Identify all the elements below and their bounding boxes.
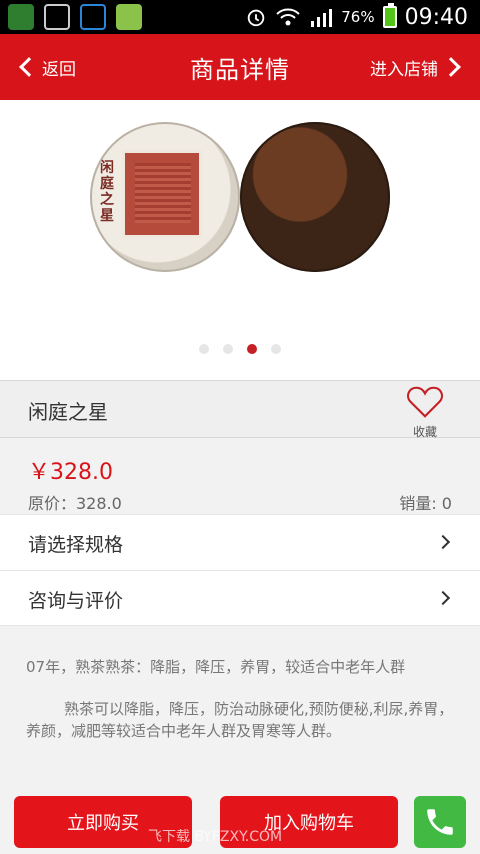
carousel-dot-active: [247, 344, 257, 354]
phone-icon: [427, 809, 453, 835]
description-paragraph-1: 07年，熟茶熟茶：降脂，降压，养胃，较适合中老年人群: [26, 658, 406, 676]
consult-review-label: 咨询与评价: [28, 589, 124, 612]
chevron-right-icon: [435, 534, 451, 550]
signal-icon: [311, 9, 333, 27]
forward-chevron-icon: [441, 57, 461, 77]
favorite-button[interactable]: 收藏: [396, 385, 454, 439]
price-section: ￥328.0 原价：328.0 销量: 0: [0, 438, 480, 514]
enter-shop-label: 进入店铺: [370, 59, 438, 80]
status-bar: 76% 09:40: [0, 0, 480, 34]
clock: 09:40: [404, 4, 468, 30]
current-price: ￥328.0: [28, 460, 113, 485]
image-notification-icon: [44, 4, 70, 30]
sales-count: 销量: 0: [399, 494, 452, 513]
tea-cake-front-image: 闲庭之星: [90, 122, 240, 272]
original-price: 原价：328.0: [28, 494, 122, 513]
tea-cake-name-text: 闲庭之星: [100, 160, 114, 224]
tea-cake-back-image: [240, 122, 390, 272]
status-notifications: [8, 4, 142, 30]
description-paragraph-2: 熟茶可以降脂，降压，防治动脉硬化,预防便秘,利尿,养胃，养颜，减肥等较适合中老年…: [26, 700, 454, 740]
product-image-carousel[interactable]: 闲庭之星: [0, 100, 480, 380]
carousel-indicators: [0, 344, 480, 354]
call-button[interactable]: [414, 796, 466, 848]
watermark: 飞下载 BYFZXY.COM: [148, 829, 283, 845]
carousel-dot: [271, 344, 281, 354]
chat-notification-icon: [80, 4, 106, 30]
alarm-icon: [248, 9, 265, 27]
title-bar: 返回 商品详情 进入店铺: [0, 34, 480, 100]
consult-review-row[interactable]: 咨询与评价: [0, 570, 480, 626]
wifi-icon: [276, 8, 300, 26]
product-name: 闲庭之星: [28, 399, 108, 424]
battery-icon: [382, 3, 397, 28]
select-spec-label: 请选择规格: [28, 533, 124, 556]
select-spec-row[interactable]: 请选择规格: [0, 514, 480, 570]
heart-icon: [407, 386, 443, 418]
status-right: 76% 09:40: [245, 0, 468, 34]
app-notification-icon: [8, 4, 34, 30]
product-name-row: 闲庭之星 收藏: [0, 380, 480, 439]
carousel-dot: [223, 344, 233, 354]
carousel-dot: [199, 344, 209, 354]
tea-cake-label: [122, 150, 202, 238]
chevron-right-icon: [435, 590, 451, 606]
battery-percent: 76%: [341, 8, 375, 26]
android-notification-icon: [116, 4, 142, 30]
enter-shop-button[interactable]: 进入店铺: [370, 34, 461, 100]
